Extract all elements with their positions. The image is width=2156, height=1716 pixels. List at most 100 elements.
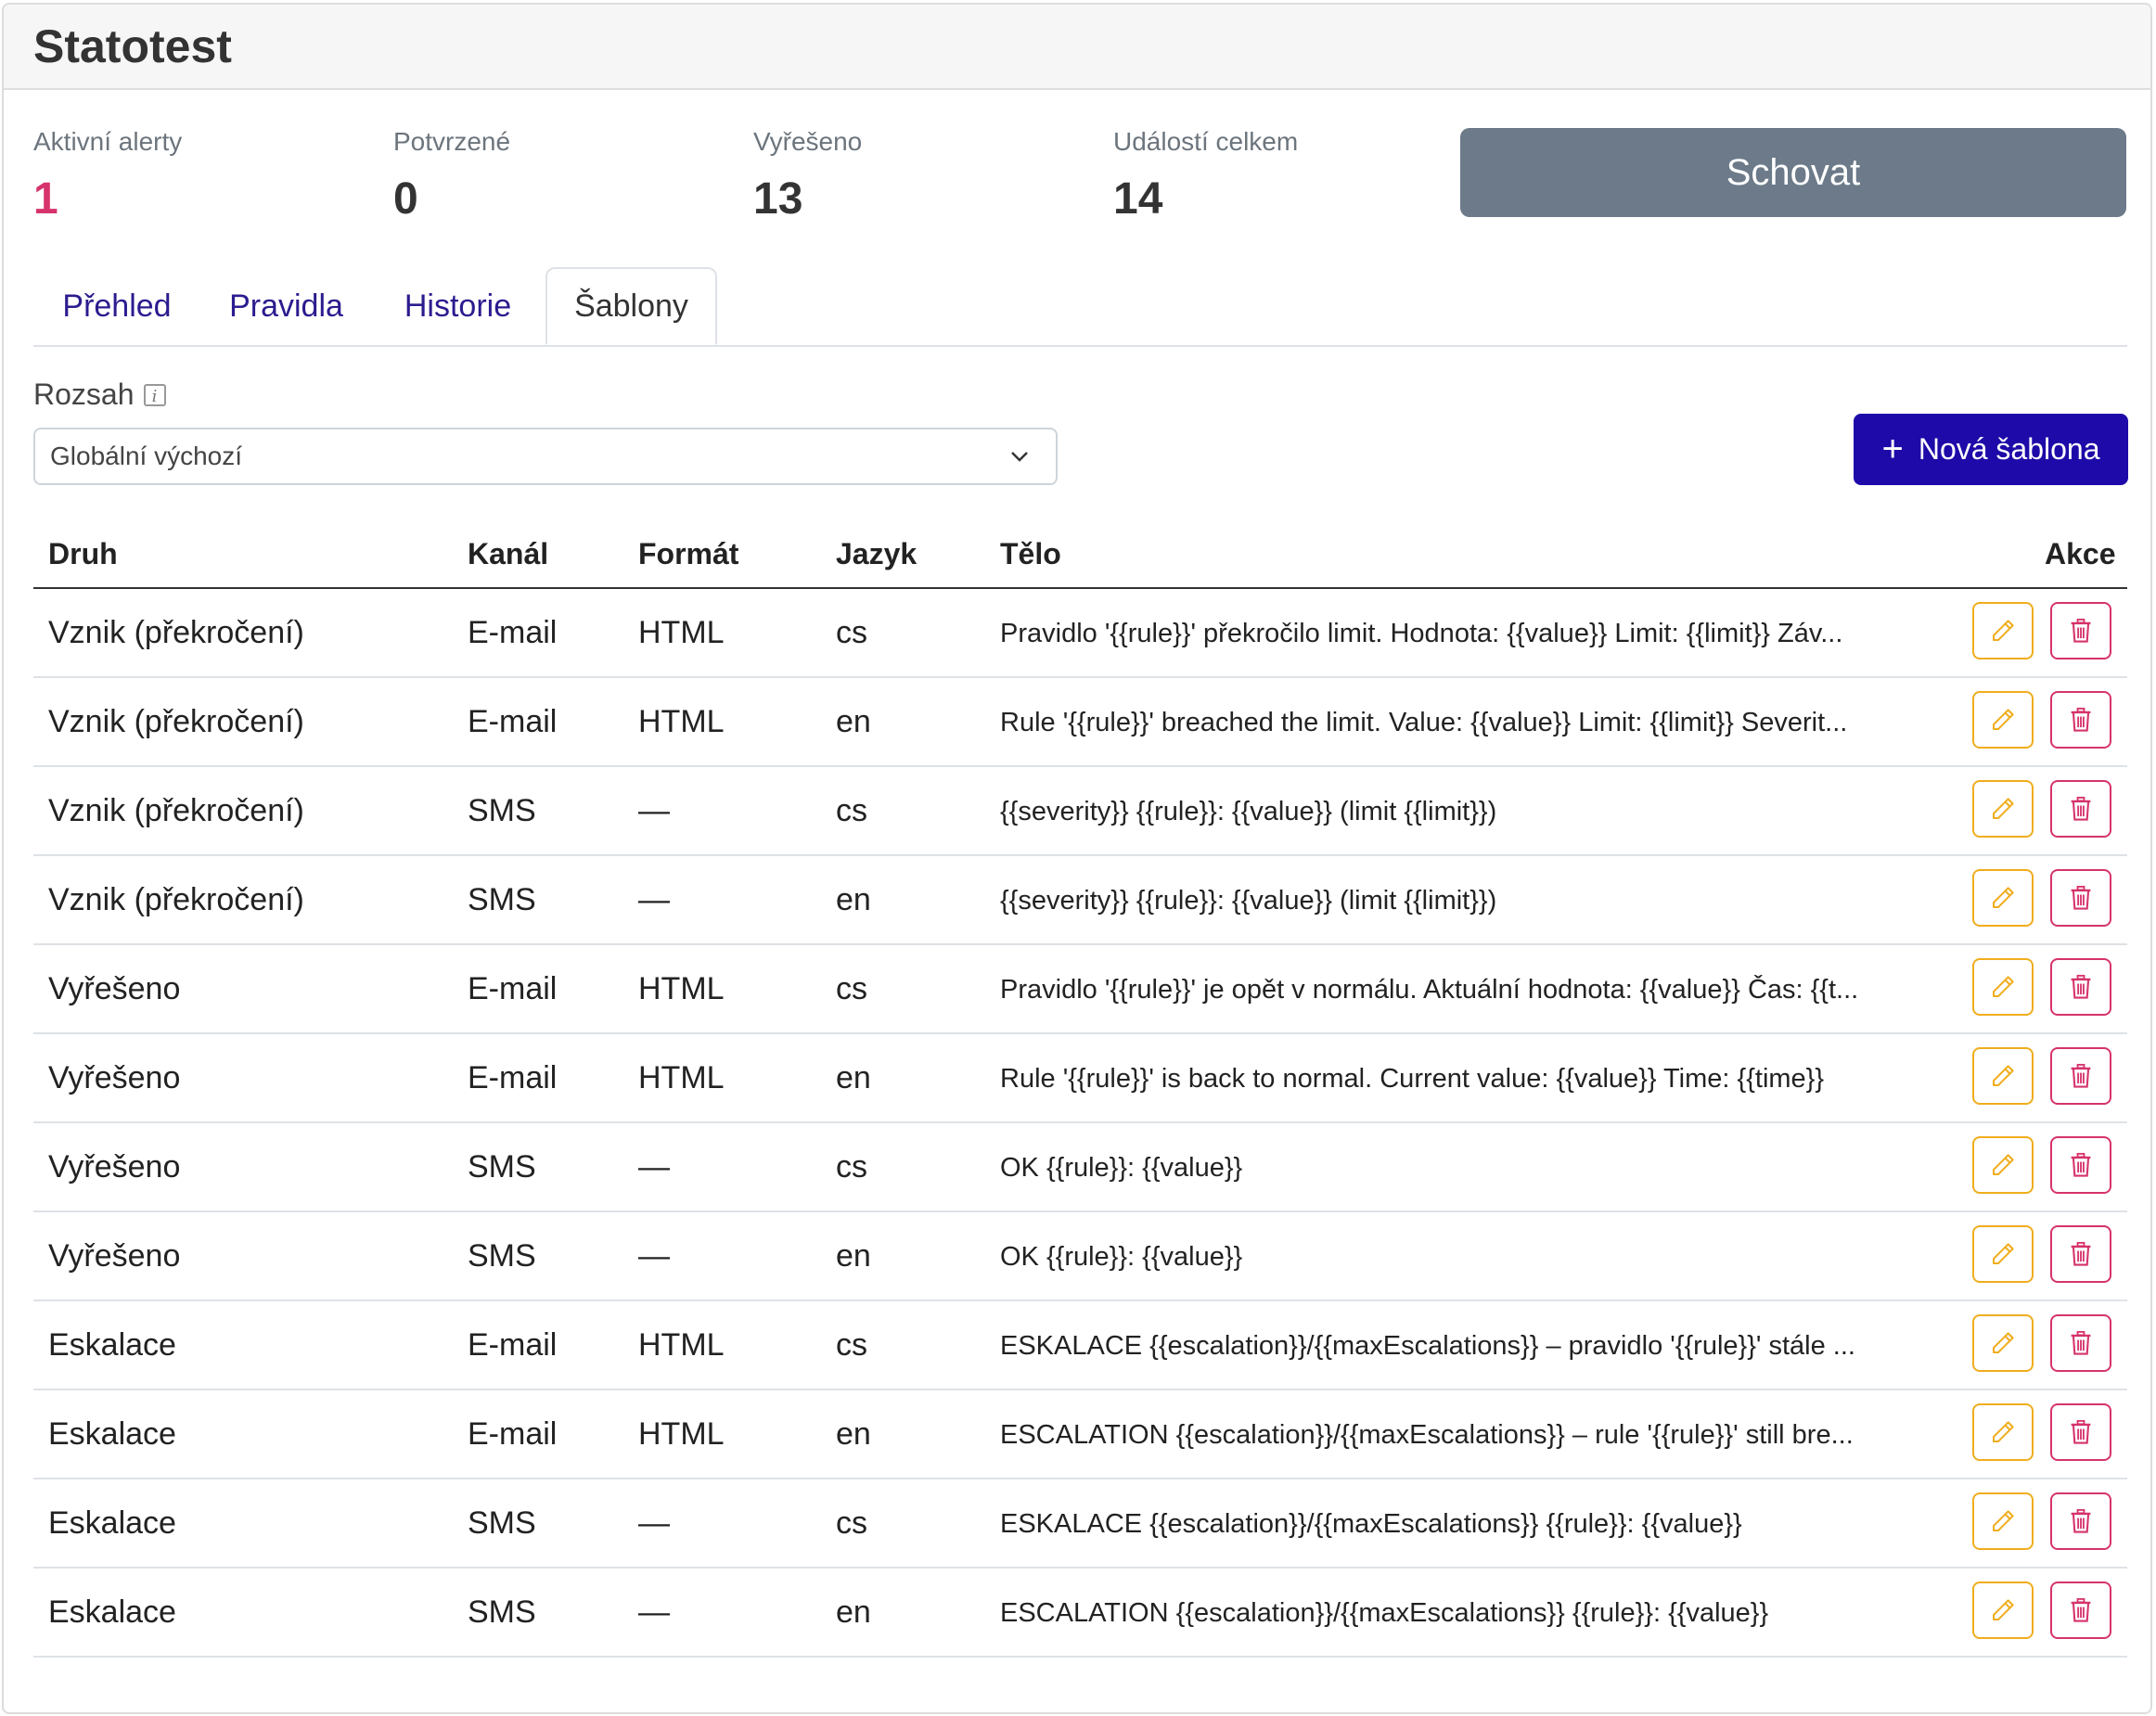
pencil-icon	[1989, 973, 2017, 1001]
cell-jazyk: cs	[836, 615, 867, 650]
table-body: Vznik (překročení) E-mail HTML cs Pravidlo '…	[33, 589, 2127, 1658]
cell-telo: {{severity}} {{rule}}: {{value}} (limit …	[1000, 886, 1497, 916]
cell-druh: Eskalace	[48, 1327, 176, 1363]
cell-kanal: SMS	[468, 882, 536, 917]
cell-format: —	[638, 793, 670, 828]
cell-format: —	[638, 1238, 670, 1274]
table-row: Vyřešeno E-mail HTML cs Pravidlo '{{rule}}' …	[33, 945, 2127, 1034]
edit-button[interactable]	[1972, 1225, 2034, 1283]
edit-button[interactable]	[1972, 958, 2034, 1016]
delete-button[interactable]	[2050, 869, 2111, 927]
cell-format: HTML	[638, 971, 725, 1006]
pencil-icon	[1989, 884, 2017, 912]
cell-kanal: E-mail	[468, 704, 558, 739]
table-row: Eskalace SMS — cs ESKALACE {{escalation}}/{{…	[33, 1479, 2127, 1569]
tabs-bar: Přehled Pravidla Historie Šablony	[33, 267, 2127, 347]
edit-button[interactable]	[1972, 1136, 2034, 1194]
scope-select[interactable]: Globální výchozí	[33, 428, 1058, 485]
edit-button[interactable]	[1972, 1582, 2034, 1639]
edit-button[interactable]	[1972, 1492, 2034, 1550]
tab-templates[interactable]: Šablony	[545, 267, 717, 345]
delete-button[interactable]	[2050, 1047, 2111, 1105]
cell-jazyk: en	[836, 882, 871, 917]
scope-label-group: Rozsah i	[33, 378, 166, 412]
stat-events-total: Událostí celkem 14	[1113, 127, 1298, 224]
cell-jazyk: cs	[836, 971, 867, 1006]
delete-button[interactable]	[2050, 1136, 2111, 1194]
cell-format: —	[638, 1505, 670, 1541]
pencil-icon	[1989, 1240, 2017, 1268]
edit-button[interactable]	[1972, 1047, 2034, 1105]
tab-history[interactable]: Historie	[372, 267, 544, 345]
cell-jazyk: cs	[836, 1149, 867, 1185]
stat-acknowledged: Potvrzené 0	[393, 127, 510, 224]
new-template-button[interactable]: + Nová šablona	[1854, 414, 2128, 485]
cell-telo: {{severity}} {{rule}}: {{value}} (limit …	[1000, 797, 1497, 826]
delete-button[interactable]	[2050, 1225, 2111, 1283]
cell-kanal: E-mail	[468, 1416, 558, 1452]
trash-icon	[2068, 1596, 2094, 1624]
card-header: Statotest	[4, 5, 2150, 90]
edit-button[interactable]	[1972, 602, 2034, 660]
cell-druh: Vznik (překročení)	[48, 793, 304, 828]
stat-value: 14	[1113, 174, 1163, 224]
stat-label: Potvrzené	[393, 127, 511, 156]
header-jazyk: Jazyk	[836, 537, 918, 570]
cell-telo: ESKALACE {{escalation}}/{{maxEscalations…	[1000, 1331, 1855, 1361]
stat-value: 13	[753, 174, 803, 224]
table-row: Vznik (překročení) SMS — en {{severity}} {{r…	[33, 856, 2127, 945]
delete-button[interactable]	[2050, 958, 2111, 1016]
hide-button[interactable]: Schovat	[1460, 128, 2126, 217]
delete-button[interactable]	[2050, 1582, 2111, 1639]
cell-druh: Vznik (překročení)	[48, 615, 304, 650]
cell-jazyk: cs	[836, 1327, 867, 1363]
cell-jazyk: cs	[836, 1505, 867, 1541]
pencil-icon	[1989, 1418, 2017, 1446]
stat-active-alerts: Aktivní alerty 1	[33, 127, 182, 224]
stat-label: Aktivní alerty	[33, 127, 183, 156]
new-template-label: Nová šablona	[1918, 432, 2100, 466]
delete-button[interactable]	[2050, 691, 2111, 749]
delete-button[interactable]	[2050, 780, 2111, 838]
edit-button[interactable]	[1972, 1403, 2034, 1461]
cell-format: —	[638, 1594, 670, 1630]
delete-button[interactable]	[2050, 1314, 2111, 1372]
cell-telo: ESCALATION {{escalation}}/{{maxEscalatio…	[1000, 1598, 1769, 1628]
edit-button[interactable]	[1972, 780, 2034, 838]
cell-telo: Rule '{{rule}}' is back to normal. Curre…	[1000, 1064, 1825, 1094]
cell-telo: Pravidlo '{{rule}}' je opět v normálu. A…	[1000, 975, 1859, 1005]
table-row: Vznik (překročení) SMS — cs {{severity}} {{r…	[33, 767, 2127, 856]
trash-icon	[2068, 1062, 2094, 1090]
cell-kanal: E-mail	[468, 615, 558, 650]
cell-jazyk: en	[836, 1416, 871, 1452]
table-row: Eskalace E-mail HTML en ESCALATION {{escalat…	[33, 1390, 2127, 1479]
info-icon[interactable]: i	[143, 383, 166, 406]
cell-format: HTML	[638, 1060, 725, 1095]
cell-telo: OK {{rule}}: {{value}}	[1000, 1242, 1243, 1272]
cell-format: HTML	[638, 704, 725, 739]
tab-overview[interactable]: Přehled	[33, 267, 200, 345]
delete-button[interactable]	[2050, 602, 2111, 660]
trash-icon	[2068, 1151, 2094, 1179]
header-kanal: Kanál	[468, 537, 549, 570]
delete-button[interactable]	[2050, 1492, 2111, 1550]
table-row: Vyřešeno SMS — cs OK {{rule}}: {{value}}	[33, 1123, 2127, 1212]
tab-rules[interactable]: Pravidla	[200, 267, 372, 345]
cell-kanal: SMS	[468, 1238, 536, 1274]
stat-label: Událostí celkem	[1113, 127, 1299, 156]
cell-druh: Eskalace	[48, 1594, 176, 1630]
cell-telo: ESKALACE {{escalation}}/{{maxEscalations…	[1000, 1509, 1742, 1539]
edit-button[interactable]	[1972, 1314, 2034, 1372]
cell-druh: Vyřešeno	[48, 971, 181, 1006]
cell-druh: Vyřešeno	[48, 1238, 181, 1274]
plus-icon: +	[1881, 429, 1904, 469]
cell-format: HTML	[638, 1416, 725, 1452]
trash-icon	[2068, 973, 2094, 1001]
cell-kanal: SMS	[468, 793, 536, 828]
cell-druh: Vznik (překročení)	[48, 704, 304, 739]
edit-button[interactable]	[1972, 869, 2034, 927]
edit-button[interactable]	[1972, 691, 2034, 749]
cell-telo: Rule '{{rule}}' breached the limit. Valu…	[1000, 708, 1848, 737]
trash-icon	[2068, 795, 2094, 823]
delete-button[interactable]	[2050, 1403, 2111, 1461]
